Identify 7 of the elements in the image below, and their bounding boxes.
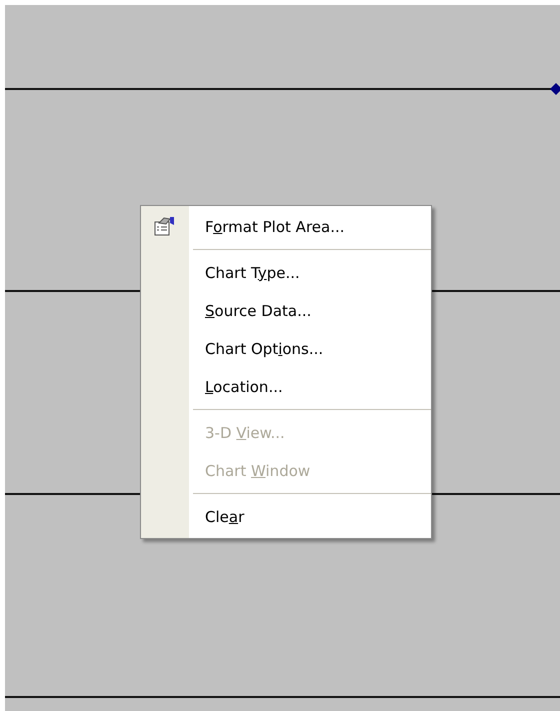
- menu-item[interactable]: Location...: [205, 376, 283, 398]
- menu-item[interactable]: Clear: [205, 506, 244, 528]
- menu-item[interactable]: Format Plot Area...: [205, 216, 345, 238]
- menu-item[interactable]: Source Data...: [205, 300, 312, 322]
- data-marker-icon: [550, 83, 560, 95]
- menu-item[interactable]: Chart Options...: [205, 338, 324, 360]
- menu-item[interactable]: Chart Type...: [205, 262, 300, 284]
